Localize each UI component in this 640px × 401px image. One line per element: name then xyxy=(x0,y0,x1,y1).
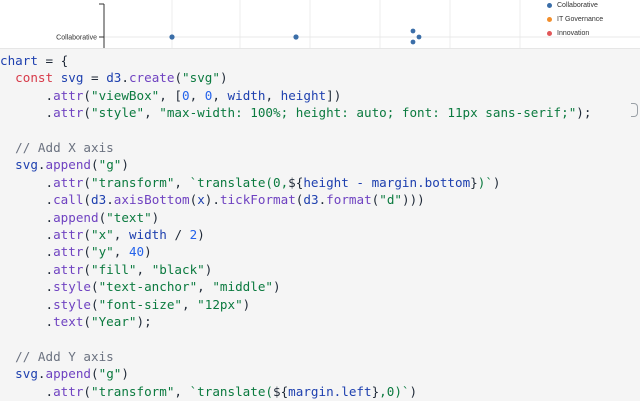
data-point xyxy=(169,34,175,40)
legend-label: Innovation xyxy=(557,30,590,37)
code-line[interactable]: .attr("fill", "black") xyxy=(0,261,212,278)
legend-swatch xyxy=(547,31,552,36)
legend-item: Innovation xyxy=(547,30,589,37)
code-line[interactable]: .attr("transform", `translate(${margin.l… xyxy=(0,383,417,400)
code-line[interactable]: svg.append("g") xyxy=(0,156,129,173)
data-point xyxy=(293,34,299,40)
code-line[interactable]: chart = { xyxy=(0,52,68,69)
chart-preview-svg: Collaborative xyxy=(56,0,640,48)
legend-swatch xyxy=(547,17,552,22)
code-line[interactable]: // Add Y axis xyxy=(0,348,114,365)
code-line[interactable]: .attr("transform", `translate(0,${height… xyxy=(0,174,500,191)
code-line[interactable]: .attr("x", width / 2) xyxy=(0,226,204,243)
chart-preview: Collaborative Collaborative IT Governanc… xyxy=(0,0,640,48)
legend-item: Collaborative xyxy=(547,2,598,9)
code-line[interactable]: .style("font-size", "12px") xyxy=(0,296,250,313)
code-line[interactable]: .attr("viewBox", [0, 0, width, height]) xyxy=(0,87,341,104)
legend-label: IT Governance xyxy=(557,16,604,23)
code-line[interactable]: .attr("y", 40) xyxy=(0,243,151,260)
y-axis-tick-label: Collaborative xyxy=(56,35,97,42)
panel-toggle-icon[interactable] xyxy=(631,103,638,117)
code-line[interactable]: .text("Year"); xyxy=(0,313,151,330)
legend-swatch xyxy=(547,3,552,8)
code-line[interactable]: // Add X axis xyxy=(0,139,114,156)
legend-label: Collaborative xyxy=(557,2,598,9)
code-line[interactable]: .attr("style", "max-width: 100%; height:… xyxy=(0,104,591,121)
data-point xyxy=(410,28,416,34)
code-line[interactable]: .call(d3.axisBottom(x).tickFormat(d3.for… xyxy=(0,191,424,208)
code-line[interactable]: svg.append("g") xyxy=(0,365,129,382)
code-editor[interactable]: chart = { const svg = d3.create("svg") .… xyxy=(0,48,640,401)
legend-item: IT Governance xyxy=(547,16,603,23)
data-point xyxy=(410,39,416,45)
code-line[interactable]: .append("text") xyxy=(0,209,159,226)
code-line[interactable]: .style("text-anchor", "middle") xyxy=(0,278,280,295)
code-line[interactable]: const svg = d3.create("svg") xyxy=(0,69,227,86)
data-point xyxy=(416,34,422,40)
